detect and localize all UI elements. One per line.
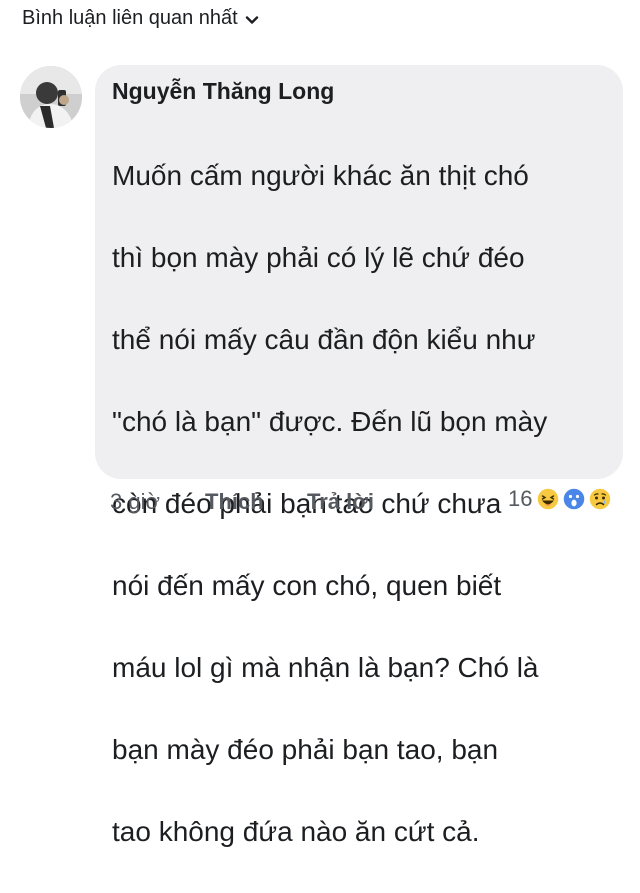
reaction-count: 16: [508, 486, 533, 511]
reply-button[interactable]: Trả lời: [307, 489, 374, 515]
comment-line: bạn mày đéo phải bạn tao, bạn: [112, 734, 499, 765]
avatar[interactable]: [20, 66, 82, 128]
comment-line: máu lol gì mà nhận là bạn? Chó là: [112, 652, 539, 683]
comment-author-name[interactable]: Nguyễn Thăng Long: [112, 78, 334, 105]
comment-line: thì bọn mày phải có lý lẽ chứ đéo: [112, 242, 525, 273]
comment-line: nói đến mấy con chó, quen biết: [112, 570, 502, 601]
comment-sort-label: Bình luận liên quan nhất: [22, 7, 238, 29]
comment-line: tao không đứa nào ăn cứt cả.: [112, 816, 480, 847]
comment-line: Muốn cấm người khác ăn thịt chó: [112, 160, 529, 191]
comment-sort-dropdown[interactable]: Bình luận liên quan nhất: [22, 7, 260, 30]
reaction-summary[interactable]: 16: [508, 486, 613, 512]
like-button[interactable]: Thích: [205, 489, 264, 515]
wow-icon: [562, 487, 587, 511]
comment-line: thể nói mấy câu đần độn kiểu như: [112, 324, 536, 355]
comment-line: "chó là bạn" được. Đến lũ bọn mày: [112, 406, 548, 437]
sad-icon: [588, 487, 613, 511]
comment-timestamp[interactable]: 3 giờ: [110, 489, 160, 515]
chevron-down-icon: [244, 11, 260, 27]
haha-icon: [536, 487, 561, 511]
